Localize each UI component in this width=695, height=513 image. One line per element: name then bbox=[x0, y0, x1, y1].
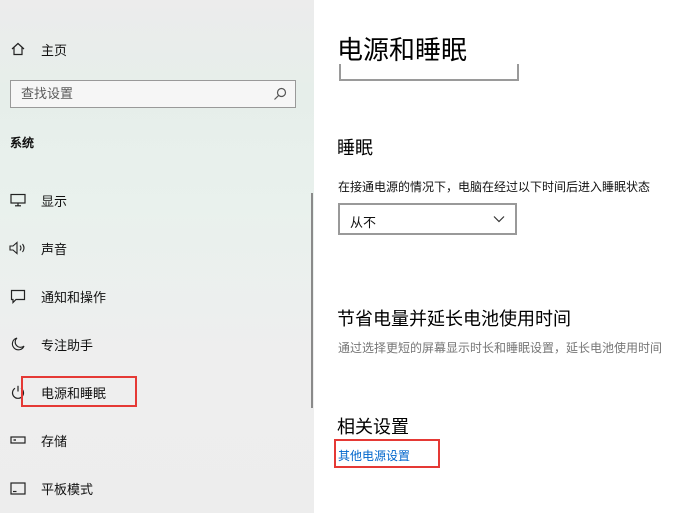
sidebar-item-storage[interactable]: 存储 bbox=[0, 424, 300, 456]
search-icon[interactable] bbox=[273, 87, 287, 101]
page-title: 电源和睡眠 bbox=[337, 36, 468, 66]
moon-icon bbox=[9, 335, 27, 353]
battery-save-heading: 节省电量并延长电池使用时间 bbox=[337, 309, 571, 330]
sleep-timeout-dropdown[interactable]: 从不 bbox=[338, 203, 517, 235]
home-icon bbox=[9, 40, 27, 58]
sidebar-item-home[interactable]: 主页 bbox=[0, 33, 300, 65]
main-content: 电源和睡眠 睡眠 在接通电源的情况下，电脑在经过以下时间后进入睡眠状态 从不 节… bbox=[314, 0, 695, 513]
related-settings-heading: 相关设置 bbox=[337, 417, 409, 438]
search-box[interactable] bbox=[10, 80, 296, 108]
search-input[interactable] bbox=[11, 81, 271, 107]
sleep-description: 在接通电源的情况下，电脑在经过以下时间后进入睡眠状态 bbox=[338, 180, 651, 194]
sidebar-item-focus-assist[interactable]: 专注助手 bbox=[0, 328, 300, 360]
sidebar-scrollbar[interactable] bbox=[311, 193, 313, 408]
sidebar-item-sound[interactable]: 声音 bbox=[0, 232, 300, 264]
sidebar-item-display[interactable]: 显示 bbox=[0, 184, 300, 216]
sidebar-item-label: 平板模式 bbox=[41, 482, 94, 498]
sleep-heading: 睡眠 bbox=[337, 138, 373, 159]
selected-item-highlight bbox=[21, 376, 137, 407]
sidebar-item-label: 主页 bbox=[41, 43, 68, 59]
sleep-timeout-value: 从不 bbox=[350, 216, 377, 231]
tablet-icon bbox=[9, 479, 27, 497]
sidebar-item-label: 声音 bbox=[41, 242, 68, 258]
sidebar-item-tablet-mode[interactable]: 平板模式 bbox=[0, 472, 300, 504]
storage-icon bbox=[9, 431, 27, 449]
sidebar: 主页 系统 显示 声音 通知和操作 专注助手 bbox=[0, 0, 314, 513]
monitor-icon bbox=[9, 191, 27, 209]
sidebar-item-label: 通知和操作 bbox=[41, 290, 107, 306]
section-label: 系统 bbox=[10, 136, 35, 150]
additional-power-settings-link[interactable]: 其他电源设置 bbox=[338, 447, 410, 464]
sidebar-item-notifications[interactable]: 通知和操作 bbox=[0, 280, 300, 312]
notification-icon bbox=[9, 287, 27, 305]
screen-timeout-dropdown-partial[interactable] bbox=[339, 64, 519, 81]
battery-save-description: 通过选择更短的屏幕显示时长和睡眠设置，延长电池使用时间 bbox=[338, 341, 663, 355]
speaker-icon bbox=[9, 239, 27, 257]
sidebar-item-label: 显示 bbox=[41, 194, 68, 210]
sidebar-item-label: 专注助手 bbox=[41, 338, 94, 354]
chevron-down-icon bbox=[493, 216, 505, 223]
sidebar-item-label: 存储 bbox=[41, 434, 68, 450]
